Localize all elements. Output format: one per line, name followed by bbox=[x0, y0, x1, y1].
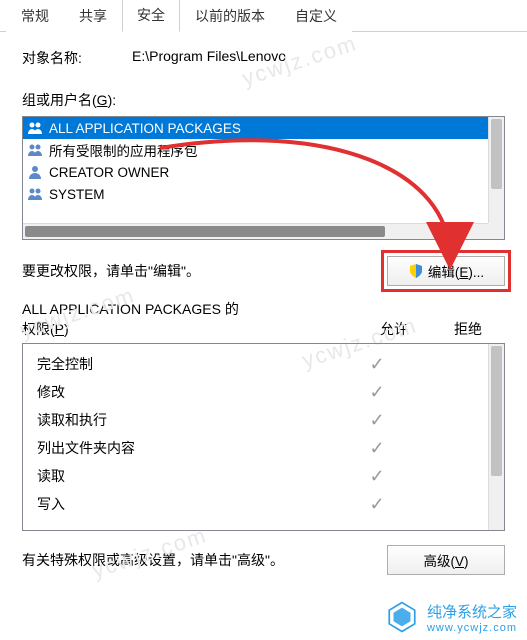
permission-name: 读取和执行 bbox=[23, 410, 340, 430]
branding-url: www.ycwjz.com bbox=[427, 622, 517, 634]
permission-row: 修改 ✓ bbox=[23, 378, 488, 406]
groups-label: 组或用户名(G): bbox=[22, 90, 505, 110]
tab-3[interactable]: 以前的版本 bbox=[180, 0, 280, 32]
permission-name: 完全控制 bbox=[23, 354, 340, 374]
advanced-button-label: 高级(V) bbox=[423, 550, 468, 570]
horizontal-scrollbar[interactable] bbox=[23, 223, 488, 239]
groups-listbox[interactable]: ALL APPLICATION PACKAGES 所有受限制的应用程序包 CREAT… bbox=[22, 116, 505, 240]
allow-check-icon: ✓ bbox=[340, 494, 414, 515]
vertical-scrollbar[interactable] bbox=[488, 117, 504, 223]
list-item-label: ALL APPLICATION PACKAGES bbox=[49, 121, 241, 136]
permission-row: 读取和执行 ✓ bbox=[23, 406, 488, 434]
vertical-scrollbar[interactable] bbox=[488, 344, 504, 530]
list-item-label: CREATOR OWNER bbox=[49, 165, 169, 180]
permission-name: 修改 bbox=[23, 382, 340, 402]
shield-icon bbox=[408, 263, 424, 279]
branding-footer: 纯净系统之家 www.ycwjz.com bbox=[385, 600, 517, 634]
permissions-listbox[interactable]: 完全控制 ✓ 修改 ✓ 读取和执行 ✓ 列出文件夹内容 ✓ 读取 ✓ 写入 ✓ bbox=[22, 343, 505, 531]
edit-button[interactable]: 编辑(E)... bbox=[387, 256, 505, 286]
object-name-label: 对象名称: bbox=[22, 48, 132, 68]
tab-4[interactable]: 自定义 bbox=[280, 0, 352, 32]
branding-name: 纯净系统之家 bbox=[427, 601, 517, 622]
edit-button-label: 编辑(E)... bbox=[428, 261, 484, 281]
allow-check-icon: ✓ bbox=[340, 466, 414, 487]
list-item[interactable]: ALL APPLICATION PACKAGES bbox=[23, 117, 488, 139]
tab-1[interactable]: 共享 bbox=[64, 0, 122, 32]
edit-hint-text: 要更改权限，请单击"编辑"。 bbox=[22, 261, 200, 281]
allow-check-icon: ✓ bbox=[340, 354, 414, 375]
permission-row: 列出文件夹内容 ✓ bbox=[23, 434, 488, 462]
list-item[interactable]: SYSTEM bbox=[23, 183, 488, 205]
list-item-label: SYSTEM bbox=[49, 187, 105, 202]
allow-check-icon: ✓ bbox=[340, 410, 414, 431]
allow-check-icon: ✓ bbox=[340, 382, 414, 403]
advanced-button[interactable]: 高级(V) bbox=[387, 545, 505, 575]
permission-name: 列出文件夹内容 bbox=[23, 438, 340, 458]
permission-row: 写入 ✓ bbox=[23, 490, 488, 518]
allow-check-icon: ✓ bbox=[340, 438, 414, 459]
permission-row: 读取 ✓ bbox=[23, 462, 488, 490]
tab-strip: 常规共享安全以前的版本自定义 bbox=[0, 0, 527, 32]
list-item-label: 所有受限制的应用程序包 bbox=[49, 140, 198, 160]
permission-name: 读取 bbox=[23, 466, 340, 486]
list-item[interactable]: CREATOR OWNER bbox=[23, 161, 488, 183]
list-item[interactable]: 所有受限制的应用程序包 bbox=[23, 139, 488, 161]
logo-icon bbox=[385, 600, 419, 634]
permission-name: 写入 bbox=[23, 494, 340, 514]
tab-2[interactable]: 安全 bbox=[122, 0, 180, 32]
tab-0[interactable]: 常规 bbox=[6, 0, 64, 32]
permission-row: 完全控制 ✓ bbox=[23, 350, 488, 378]
col-deny: 拒绝 bbox=[431, 319, 505, 339]
